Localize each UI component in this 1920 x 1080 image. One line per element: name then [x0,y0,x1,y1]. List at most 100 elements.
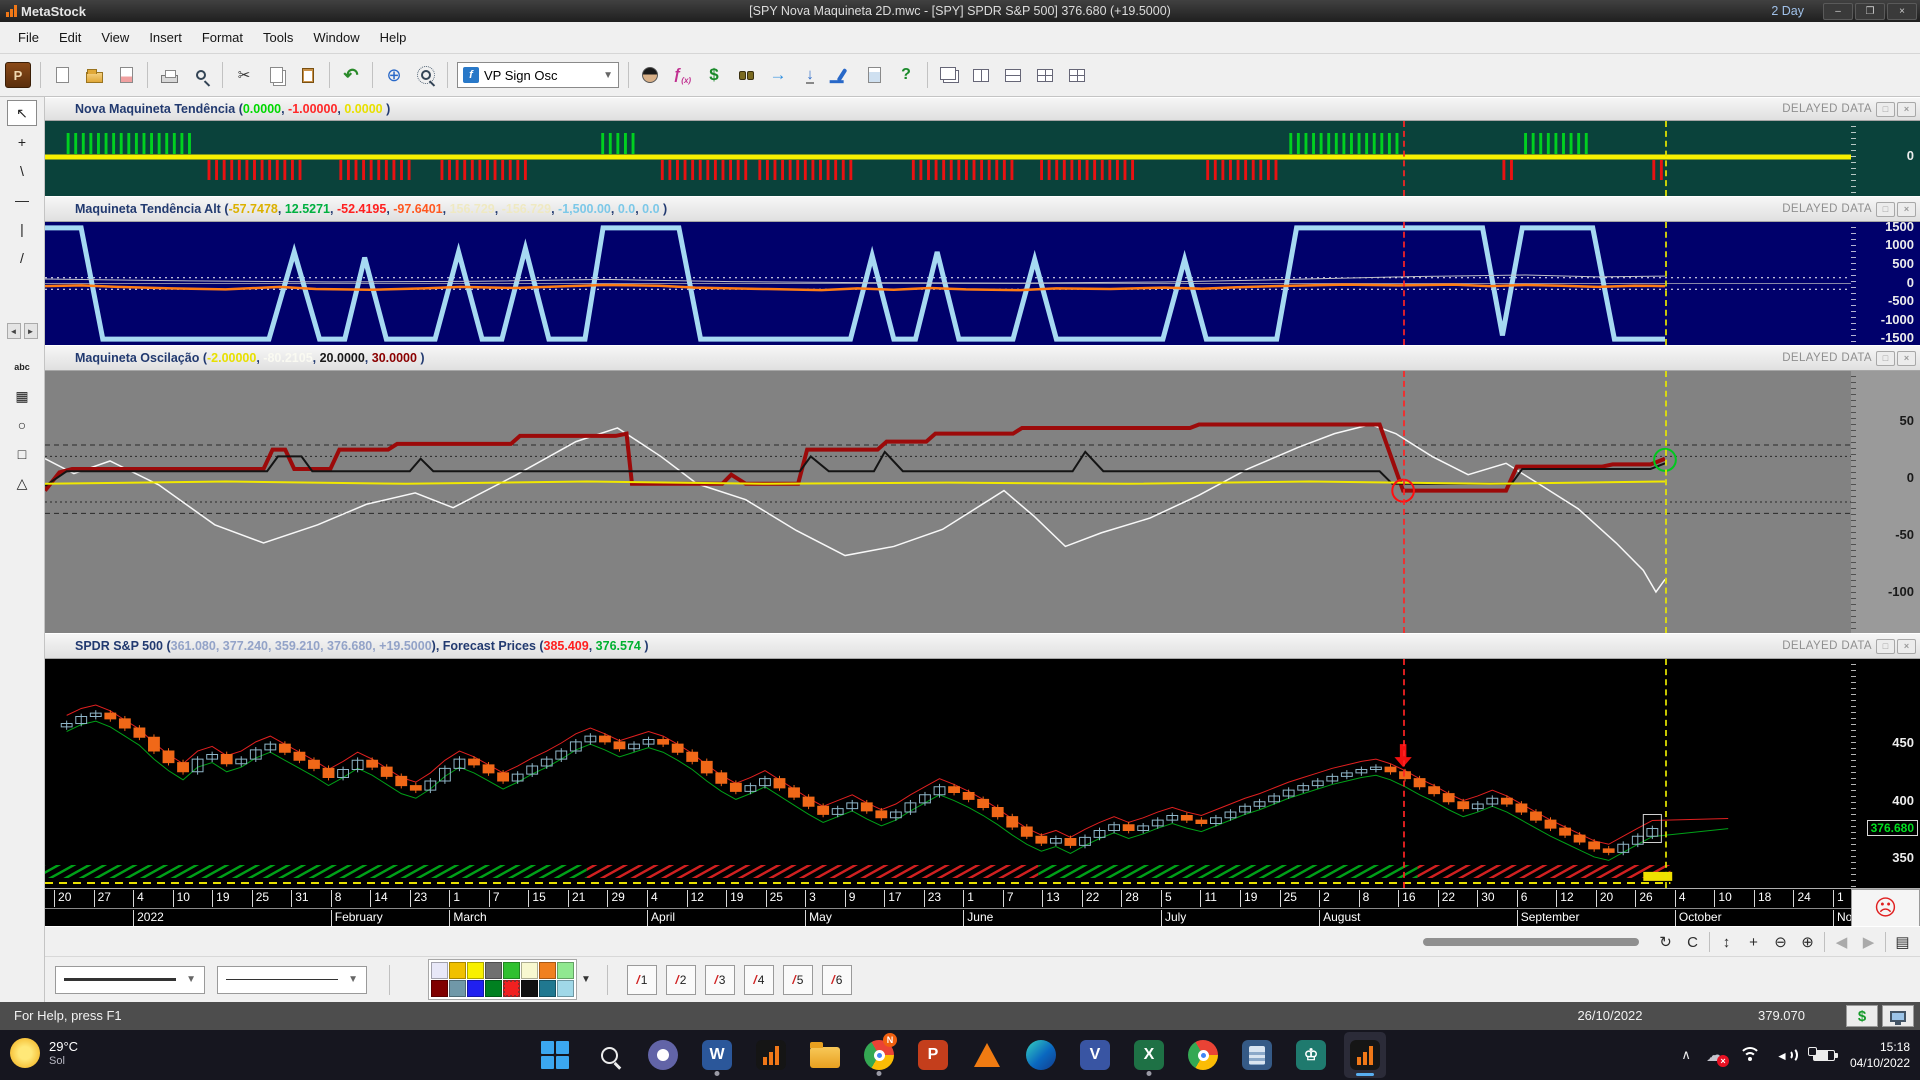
taskbar-app-chess[interactable]: ♔ [1290,1032,1332,1078]
help-pointer-button[interactable]: ? [891,60,921,90]
taskbar-app-vlc[interactable] [966,1032,1008,1078]
chart-template-button-3[interactable]: /3 [705,965,735,995]
vertical-line-tool[interactable]: | [7,216,37,242]
copy-button[interactable] [261,60,291,90]
color-swatch[interactable] [521,962,538,979]
triangle-tool[interactable]: △ [7,470,37,496]
open-button[interactable] [79,60,109,90]
taskbar-app-teams[interactable] [642,1032,684,1078]
taskbar-app-edge[interactable] [1020,1032,1062,1078]
function-button[interactable]: ƒ(x) [667,60,697,90]
crosshair-button[interactable]: ⊕ [379,60,409,90]
power-console-button[interactable]: P [5,62,31,88]
minimize-button[interactable]: – [1823,3,1853,20]
price-scale-maquineta-oscilacao[interactable]: 500-50-100 [1851,371,1920,633]
panel-restore-button[interactable]: □ [1876,351,1895,366]
panel-restore-button[interactable]: □ [1876,102,1895,117]
refresh-button[interactable]: ↻ [1652,930,1679,954]
taskbar-app-search[interactable] [588,1032,630,1078]
taskbar-app-chrome[interactable]: N [858,1032,900,1078]
text-tool[interactable]: abc [7,354,37,380]
taskbar-app-word[interactable]: W [696,1032,738,1078]
taskbar-app-start[interactable] [534,1032,576,1078]
wifi-icon[interactable] [1739,1047,1761,1063]
chart-scrollbar[interactable]: ↻C↕+⊖⊕◀▶▤ [45,926,1920,956]
trendline-tool[interactable]: \ [7,158,37,184]
panel-restore-button[interactable]: □ [1876,639,1895,654]
color-swatch[interactable] [503,980,520,997]
color-swatch[interactable] [467,980,484,997]
taskbar-app-metastock[interactable] [750,1032,792,1078]
indicator-dropdown[interactable]: fVP Sign Osc▼ [457,62,619,88]
palette-dropdown-arrow[interactable]: ▼ [581,974,591,985]
tile-vertical-button[interactable] [966,60,996,90]
color-swatch[interactable] [431,980,448,997]
panel-close-button[interactable]: × [1897,202,1916,217]
color-swatch[interactable] [449,980,466,997]
line-style-dropdown-1[interactable]: ▼ [55,966,205,994]
color-swatch[interactable] [485,980,502,997]
taskbar-app-file-explorer[interactable] [804,1032,846,1078]
paste-button[interactable] [293,60,323,90]
go-button[interactable]: → [763,60,793,90]
taskbar-app-calculator[interactable] [1236,1032,1278,1078]
battery-charging-icon[interactable] [1813,1050,1835,1061]
panel-close-button[interactable]: × [1897,351,1916,366]
page-left-button[interactable]: ◀ [1828,930,1855,954]
color-swatch[interactable] [557,962,574,979]
data-window-button[interactable]: ▤ [1889,930,1916,954]
close-button[interactable]: × [1887,3,1917,20]
chart-plot-maquineta-oscilacao[interactable] [45,371,1851,633]
price-scale-maquineta-tendencia-alt[interactable]: 150010005000-500-1000-1500 [1851,222,1920,345]
panel-restore-button[interactable]: □ [1876,202,1895,217]
volume-icon[interactable]: ◄ [1776,1047,1798,1063]
tray-chevron-up-icon[interactable]: ∧ [1681,1047,1691,1063]
menu-window[interactable]: Window [303,25,369,50]
price-scale-spdr-sp500[interactable]: 450400350376.680 [1851,659,1920,888]
taskbar-clock[interactable]: 15:18 04/10/2022 [1850,1039,1910,1071]
chart-plot-maquineta-tendencia-alt[interactable] [45,222,1851,345]
restore-button[interactable]: ❐ [1855,3,1885,20]
print-button[interactable] [154,60,184,90]
zoom-in-button[interactable]: ⊕ [1794,930,1821,954]
taskbar-app-metastock-2[interactable] [1344,1032,1386,1078]
zoom-out-button[interactable]: ⊖ [1767,930,1794,954]
save-button[interactable] [111,60,141,90]
analyze-button[interactable] [827,60,857,90]
ellipse-tool[interactable]: ○ [7,412,37,438]
color-swatch[interactable] [485,962,502,979]
prev-chart-button[interactable]: ◄ [7,323,21,339]
explorer-button[interactable] [635,60,665,90]
chart-template-button-1[interactable]: /1 [627,965,657,995]
cut-button[interactable]: ✂ [229,60,259,90]
color-swatch[interactable] [539,980,556,997]
price-scale-nova-maquineta-tendencia[interactable]: 0 [1851,121,1920,196]
vertical-fit-button[interactable]: ↕ [1713,930,1740,954]
rectangle-tool[interactable]: □ [7,441,37,467]
menu-insert[interactable]: Insert [139,25,192,50]
dollar-button[interactable]: $ [699,60,729,90]
taskbar-app-chrome-2[interactable] [1182,1032,1224,1078]
window-options-button[interactable] [1062,60,1092,90]
download-button[interactable]: ↓ [795,60,825,90]
taskbar-app-powerpoint[interactable]: P [912,1032,954,1078]
grid-tool[interactable]: ▦ [7,383,37,409]
chart-template-button-2[interactable]: /2 [666,965,696,995]
weather-widget[interactable]: 29°C Sol [10,1038,78,1068]
dollar-button[interactable]: $ [1846,1005,1878,1027]
taskbar-app-excel[interactable]: X [1128,1032,1170,1078]
color-swatch[interactable] [449,962,466,979]
pan-button[interactable]: + [1740,930,1767,954]
pointer-tool[interactable]: ↖ [7,100,37,126]
scan-button[interactable] [731,60,761,90]
zoom-button[interactable] [411,60,441,90]
color-swatch[interactable] [557,980,574,997]
menu-tools[interactable]: Tools [253,25,303,50]
cascade-windows-button[interactable] [934,60,964,90]
menu-view[interactable]: View [91,25,139,50]
chart-template-button-5[interactable]: /5 [783,965,813,995]
color-swatch[interactable] [431,962,448,979]
page-right-button[interactable]: ▶ [1855,930,1882,954]
tile-grid-button[interactable] [1030,60,1060,90]
print-preview-button[interactable] [186,60,216,90]
